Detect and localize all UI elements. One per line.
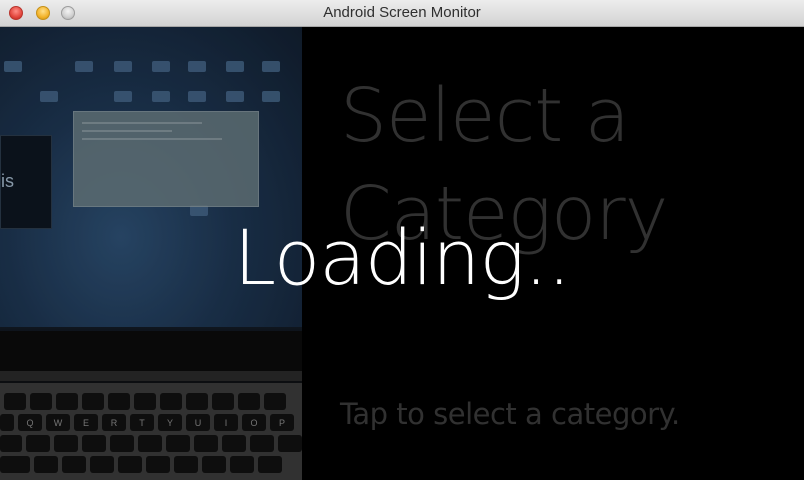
device-screen[interactable]: is Q W E R T Y U I O P Select a Category…: [0, 27, 804, 480]
window-title: Android Screen Monitor: [323, 4, 481, 21]
app-window: Android Screen Monitor is Q W E R T Y U …: [0, 0, 804, 480]
title-bar[interactable]: Android Screen Monitor: [0, 0, 804, 27]
loading-text: Loading..: [233, 213, 572, 302]
